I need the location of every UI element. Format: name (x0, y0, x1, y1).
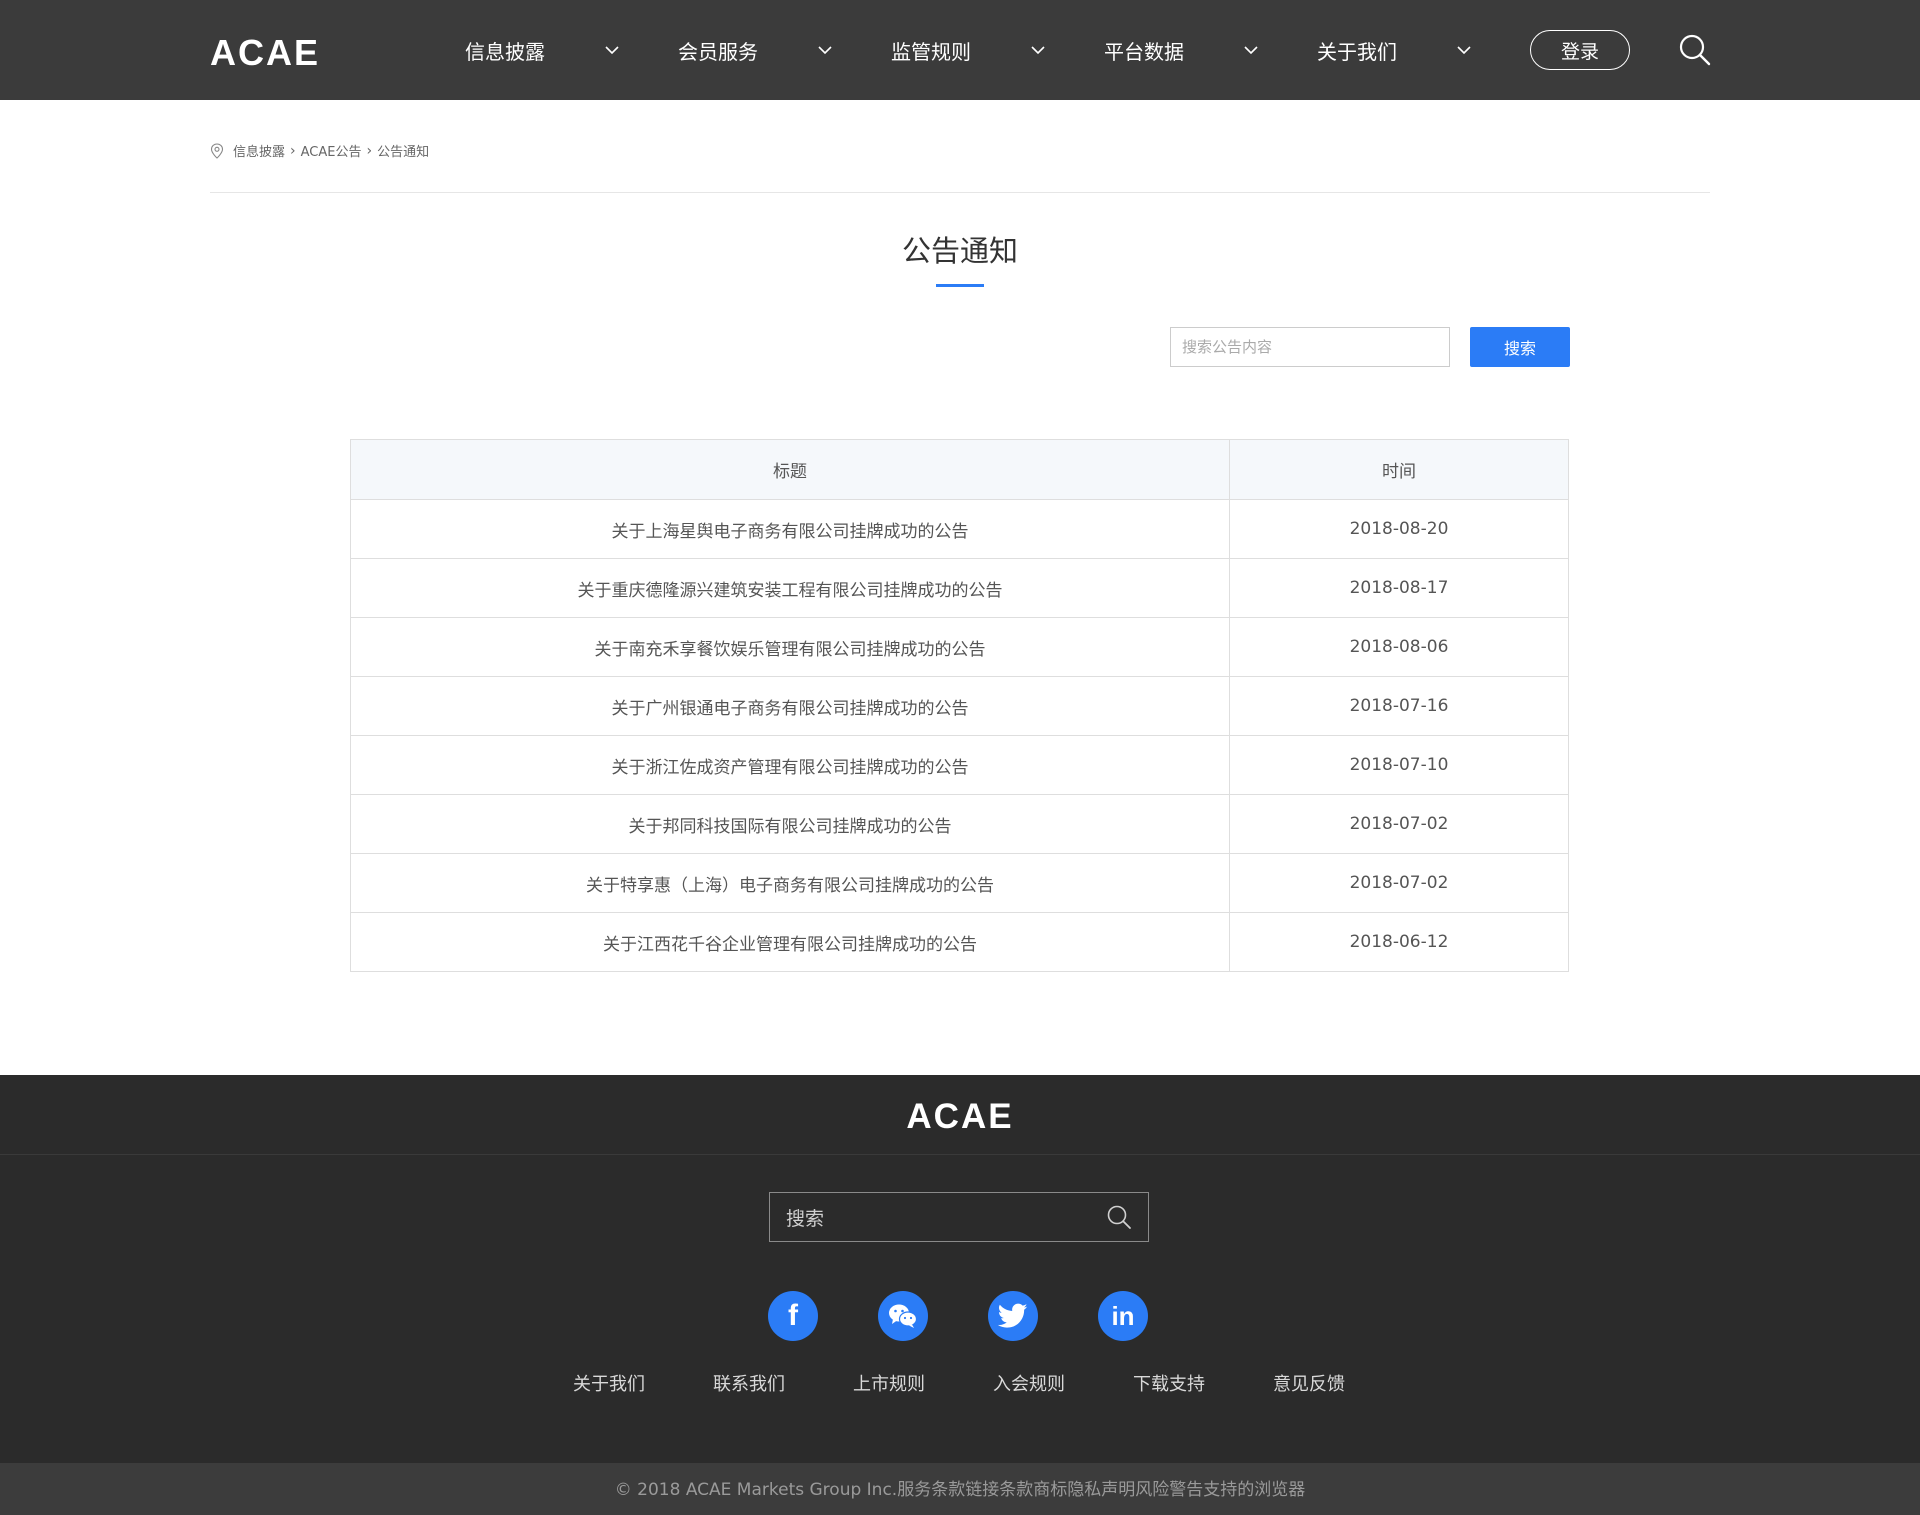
chevron-right-icon: › (366, 142, 373, 159)
nav-item-member-services[interactable]: 会员服务 (678, 0, 891, 100)
table-row: 关于广州银通电子商务有限公司挂牌成功的公告 2018-07-16 (351, 676, 1568, 735)
chevron-right-icon: › (290, 142, 296, 159)
twitter-icon[interactable] (988, 1291, 1038, 1341)
announcement-date: 2018-08-20 (1349, 519, 1449, 539)
nav-item-label: 信息披露 (465, 39, 545, 64)
breadcrumb-item-disclosure[interactable]: 信息披露 (233, 141, 285, 160)
announcement-date: 2018-06-12 (1349, 932, 1449, 952)
chevron-down-icon (818, 46, 832, 55)
announcement-title-link[interactable]: 关于广州银通电子商务有限公司挂牌成功的公告 (351, 677, 1230, 735)
twitter-glyph (998, 1303, 1028, 1328)
announcement-title-link[interactable]: 关于重庆德隆源兴建筑安装工程有限公司挂牌成功的公告 (351, 559, 1230, 617)
announcement-title-link[interactable]: 关于上海星舆电子商务有限公司挂牌成功的公告 (351, 500, 1230, 558)
main-nav: 信息披露 会员服务 监管规则 平台数据 关于我们 (465, 0, 1530, 100)
facebook-icon[interactable]: f (768, 1291, 818, 1341)
chevron-down-icon (605, 46, 619, 55)
footer-acae-logo[interactable]: ACAE (0, 1097, 1920, 1137)
linkedin-icon[interactable]: in (1098, 1291, 1148, 1341)
login-button[interactable]: 登录 (1530, 30, 1630, 70)
announcement-title-link[interactable]: 关于江西花千谷企业管理有限公司挂牌成功的公告 (351, 913, 1230, 971)
page-title: 公告通知 (901, 234, 1018, 268)
top-header: ACAE 信息披露 会员服务 监管规则 平台数据 关于我们 登录 (0, 0, 1920, 100)
table-row: 关于邦同科技国际有限公司挂牌成功的公告 2018-07-02 (351, 794, 1568, 853)
search-button[interactable]: 搜索 (1470, 327, 1570, 367)
table-row: 关于重庆德隆源兴建筑安装工程有限公司挂牌成功的公告 2018-08-17 (351, 558, 1568, 617)
announcement-title-link[interactable]: 关于浙江佐成资产管理有限公司挂牌成功的公告 (351, 736, 1230, 794)
search-icon[interactable] (1106, 1204, 1132, 1230)
divider (0, 1154, 1920, 1155)
chevron-down-icon (1457, 46, 1471, 55)
nav-item-label: 会员服务 (678, 39, 758, 64)
announcement-title-link[interactable]: 关于邦同科技国际有限公司挂牌成功的公告 (351, 795, 1230, 853)
table-header-row: 标题 时间 (351, 440, 1568, 499)
location-pin-icon (210, 142, 224, 159)
nav-item-platform-data[interactable]: 平台数据 (1104, 0, 1317, 100)
search-icon[interactable] (1678, 33, 1712, 67)
acae-logo[interactable]: ACAE (210, 33, 320, 73)
table-row: 关于特享惠（上海）电子商务有限公司挂牌成功的公告 2018-07-02 (351, 853, 1568, 912)
announcement-date: 2018-07-02 (1349, 873, 1449, 893)
wechat-glyph (889, 1304, 918, 1328)
announcement-title-link[interactable]: 关于特享惠（上海）电子商务有限公司挂牌成功的公告 (351, 854, 1230, 912)
column-header-time: 时间 (1382, 462, 1416, 482)
announcement-date: 2018-07-16 (1349, 696, 1449, 716)
breadcrumb-item-notices: 公告通知 (377, 145, 430, 160)
breadcrumb-item-acae-announcements[interactable]: ACAE公告 (301, 141, 362, 160)
wechat-icon[interactable] (878, 1291, 928, 1341)
footer-search-field[interactable]: 搜索 (769, 1192, 1149, 1242)
nav-item-label: 平台数据 (1104, 39, 1184, 64)
footer-link-about-us[interactable]: 关于我们 (573, 1370, 713, 1396)
footer-link-download-support[interactable]: 下载支持 (1133, 1370, 1273, 1396)
footer: ACAE 搜索 f in 关于我们 联系我们 上市规则 入会规则 下载支持 意见… (0, 1075, 1920, 1515)
footer-link-contact-us[interactable]: 联系我们 (713, 1370, 853, 1396)
announcement-date: 2018-07-02 (1349, 814, 1449, 834)
nav-item-about-us[interactable]: 关于我们 (1317, 0, 1530, 100)
footer-link-feedback[interactable]: 意见反馈 (1273, 1370, 1413, 1396)
table-row: 关于浙江佐成资产管理有限公司挂牌成功的公告 2018-07-10 (351, 735, 1568, 794)
chevron-down-icon (1244, 46, 1258, 55)
nav-item-regulations[interactable]: 监管规则 (891, 0, 1104, 100)
footer-links: 关于我们 联系我们 上市规则 入会规则 下载支持 意见反馈 (573, 1370, 1413, 1396)
nav-item-label: 关于我们 (1317, 39, 1397, 64)
chevron-down-icon (1031, 46, 1045, 55)
announcement-title-link[interactable]: 关于南充禾享餐饮娱乐管理有限公司挂牌成功的公告 (351, 618, 1230, 676)
footer-search-placeholder: 搜索 (786, 1207, 825, 1230)
announcement-date: 2018-08-06 (1349, 637, 1449, 657)
table-row: 关于江西花千谷企业管理有限公司挂牌成功的公告 2018-06-12 (351, 912, 1568, 971)
copyright-text: © 2018 ACAE Markets Group Inc.服务条款链接条款商标… (614, 1480, 1306, 1500)
announcements-table: 标题 时间 关于上海星舆电子商务有限公司挂牌成功的公告 2018-08-20 关… (350, 439, 1569, 972)
column-header-title: 标题 (351, 440, 1230, 499)
breadcrumb: 信息披露 › ACAE公告 › 公告通知 (210, 141, 429, 160)
nav-item-disclosure[interactable]: 信息披露 (465, 0, 678, 100)
announcement-date: 2018-07-10 (1349, 755, 1449, 775)
footer-link-membership-rules[interactable]: 入会规则 (993, 1370, 1133, 1396)
title-underline (936, 284, 984, 287)
social-links: f in (768, 1291, 1148, 1341)
nav-item-label: 监管规则 (891, 39, 971, 64)
footer-link-listing-rules[interactable]: 上市规则 (853, 1370, 993, 1396)
table-row: 关于上海星舆电子商务有限公司挂牌成功的公告 2018-08-20 (351, 499, 1568, 558)
announcement-date: 2018-08-17 (1349, 578, 1449, 598)
table-row: 关于南充禾享餐饮娱乐管理有限公司挂牌成功的公告 2018-08-06 (351, 617, 1568, 676)
divider (210, 192, 1710, 193)
announcement-search-input[interactable] (1170, 327, 1450, 367)
